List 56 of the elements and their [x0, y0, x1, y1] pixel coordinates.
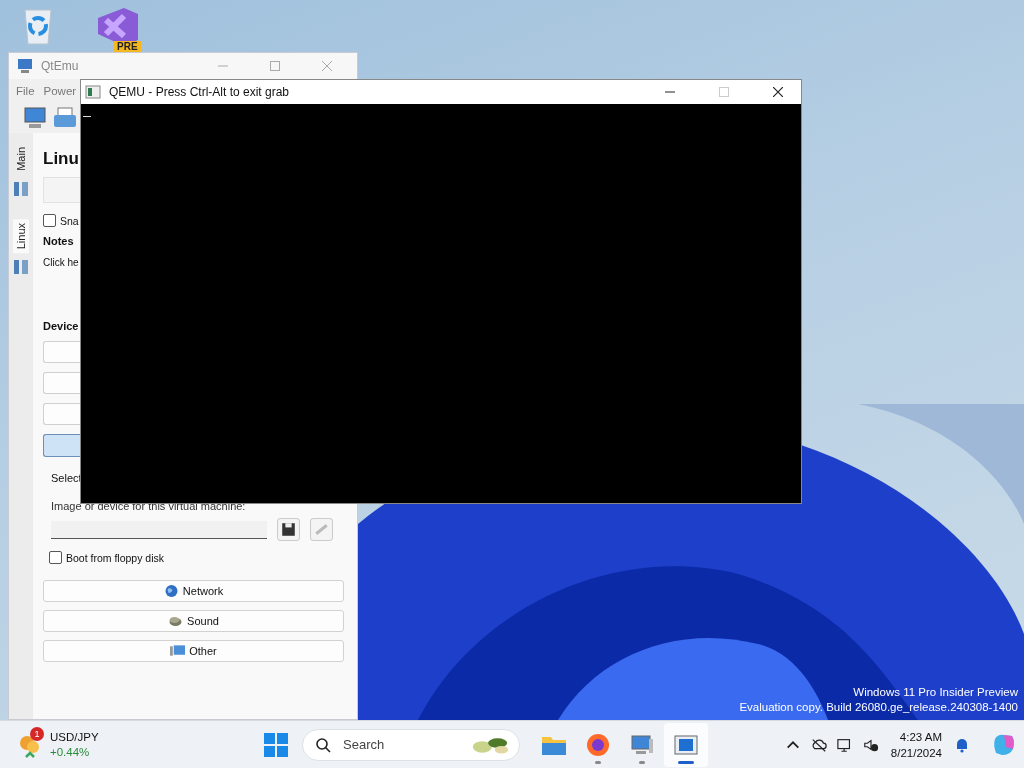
speaker-muted-icon[interactable]	[862, 736, 879, 753]
checkbox-label: Sna	[60, 214, 79, 227]
text-cursor	[83, 116, 91, 117]
network-button[interactable]: Network	[43, 580, 344, 602]
running-indicator	[595, 760, 601, 764]
monitor-icon	[17, 58, 33, 74]
search-field[interactable]: Search	[341, 736, 455, 753]
close-icon[interactable]	[773, 87, 783, 97]
watermark-text: Windows 11 Pro Insider Preview	[852, 685, 1018, 700]
checkbox[interactable]	[49, 551, 62, 564]
window-title: QEMU - Press Ctrl-Alt to exit grab	[109, 85, 290, 99]
machine-icon	[14, 259, 28, 276]
section-label: Notes	[43, 235, 74, 247]
other-button[interactable]: Other	[43, 640, 344, 662]
running-indicator	[639, 760, 645, 764]
machine-icon	[14, 180, 28, 197]
notes-text[interactable]: Click he	[43, 257, 79, 268]
checkbox[interactable]	[43, 214, 56, 227]
copilot-icon[interactable]	[992, 732, 1016, 757]
watermark-text: Evaluation copy. Build 26080.ge_release.240308-1400	[739, 700, 1018, 715]
input-field[interactable]	[51, 520, 267, 539]
window-icon	[85, 84, 101, 100]
taskbar-app-button[interactable]	[664, 722, 708, 767]
printer-icon[interactable]	[53, 106, 77, 130]
computer-icon[interactable]	[23, 106, 47, 130]
section-label: Device	[43, 320, 79, 332]
monitor-icon	[170, 644, 186, 658]
display-icon[interactable]	[836, 736, 853, 753]
sound-button[interactable]: Sound	[43, 610, 344, 632]
ticker-change: +0.44%	[50, 744, 91, 760]
window-title: QtEmu	[41, 59, 79, 73]
maximize-icon[interactable]	[270, 61, 280, 71]
machine-heading: Linu	[43, 149, 80, 169]
window-icon[interactable]	[673, 732, 699, 757]
search-bar[interactable]: Search	[302, 728, 520, 761]
search-icon	[315, 736, 331, 753]
computer-icon[interactable]	[629, 732, 655, 757]
cloud-off-icon[interactable]	[810, 736, 827, 753]
side-tab[interactable]: Main	[13, 143, 29, 175]
running-indicator	[678, 760, 694, 764]
menu-item[interactable]: Power	[43, 85, 77, 97]
start-icon[interactable]	[264, 732, 288, 757]
ticker-name: USD/JPY	[50, 729, 99, 745]
notification-badge: 1	[30, 726, 44, 741]
browser-icon[interactable]	[585, 732, 611, 757]
speaker-icon	[168, 614, 184, 628]
side-tab[interactable]: Linux	[13, 218, 29, 254]
menu-item[interactable]: File	[16, 85, 35, 97]
select-text: Select	[51, 472, 83, 484]
checkbox-label: Boot from floppy disk	[66, 551, 165, 564]
preview-badge: PRE	[114, 41, 141, 53]
clock-date[interactable]: 8/21/2024	[890, 744, 942, 761]
device-button[interactable]	[43, 434, 80, 457]
globe-icon	[163, 584, 179, 598]
bell-icon[interactable]	[954, 736, 970, 753]
clock-time[interactable]: 4:23 AM	[899, 728, 942, 745]
